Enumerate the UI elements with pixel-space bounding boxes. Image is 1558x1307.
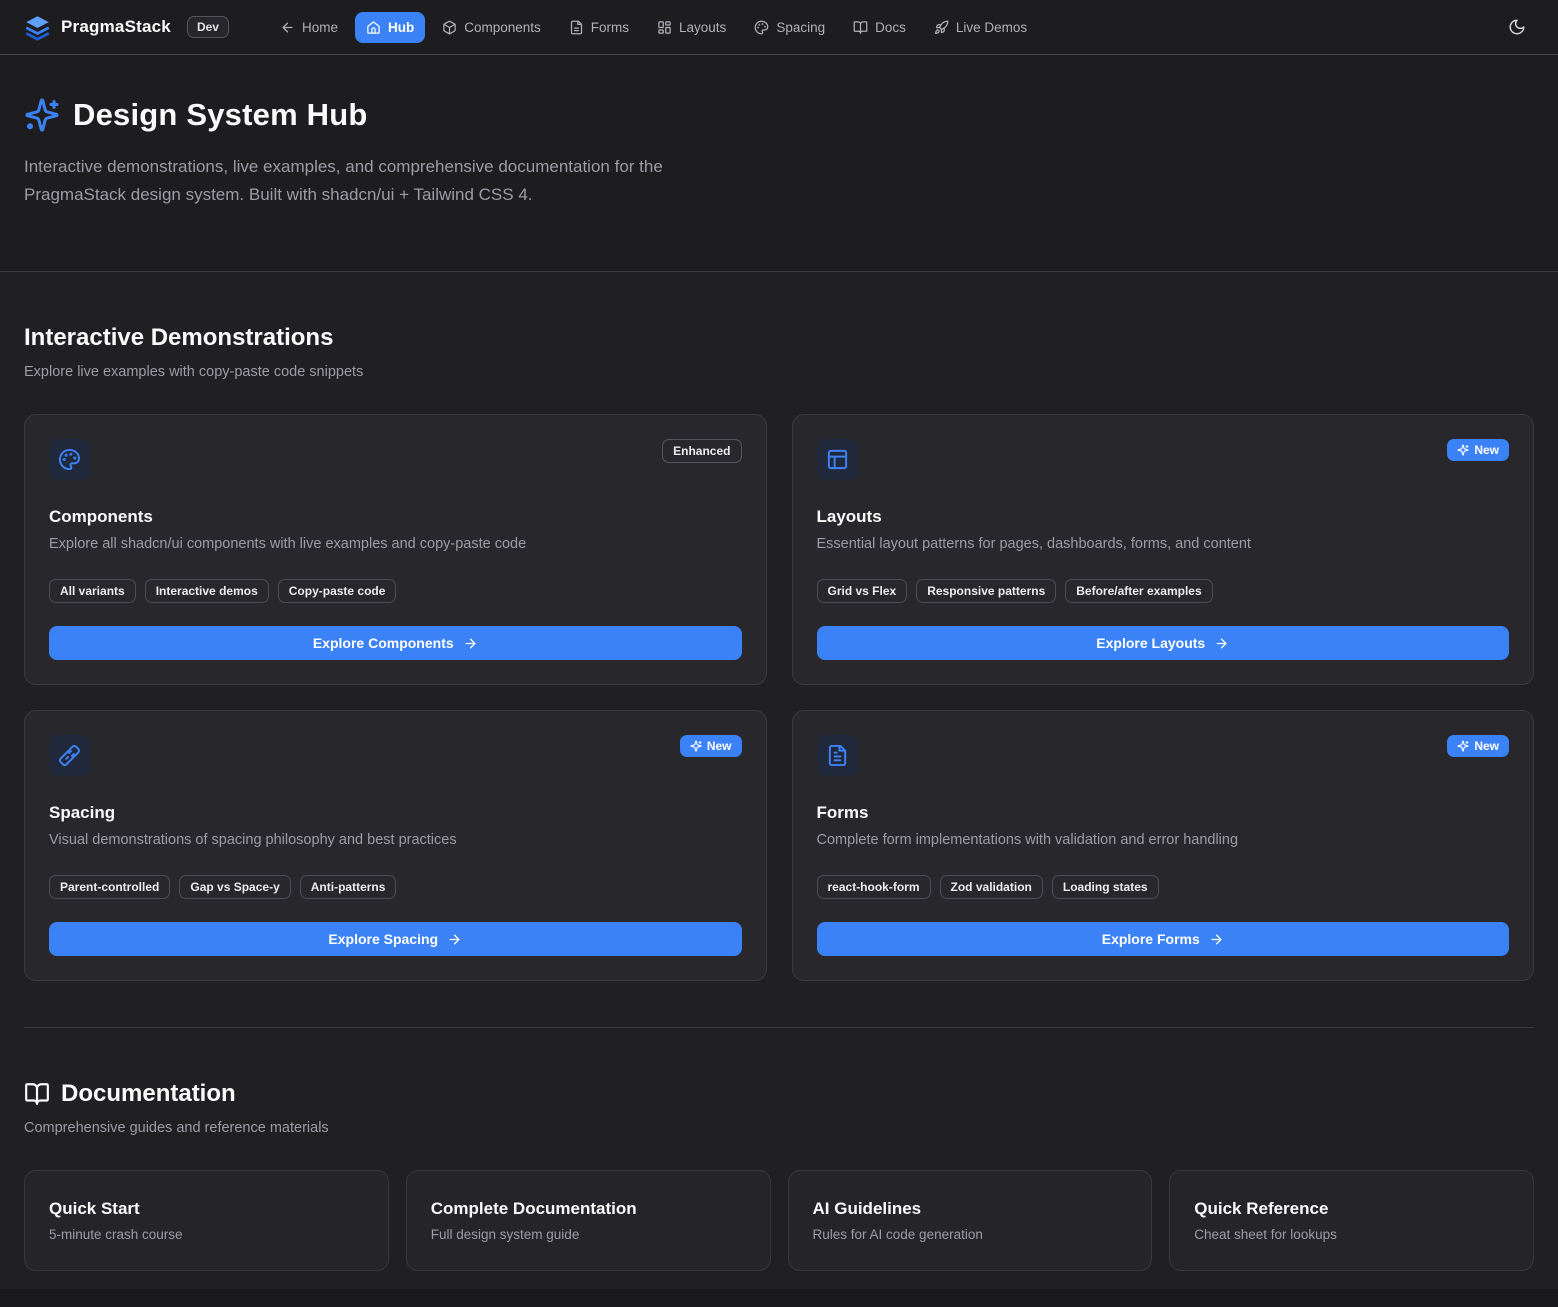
env-badge: Dev xyxy=(187,16,229,38)
tag: Loading states xyxy=(1052,875,1159,899)
main-content: Interactive Demonstrations Explore live … xyxy=(0,272,1558,1289)
house-icon xyxy=(366,20,381,35)
brand[interactable]: PragmaStack Dev xyxy=(24,14,229,41)
arrow-right-icon xyxy=(1214,636,1229,651)
tag: Responsive patterns xyxy=(916,579,1056,603)
explore-components-button[interactable]: Explore Components xyxy=(49,626,742,660)
card-description: Visual demonstrations of spacing philoso… xyxy=(49,832,742,848)
sparkles-icon xyxy=(1457,444,1469,456)
tag: All variants xyxy=(49,579,136,603)
demo-card-grid: Enhanced Components Explore all shadcn/u… xyxy=(24,414,1534,981)
tag: Anti-patterns xyxy=(300,875,397,899)
docs-heading: Documentation xyxy=(61,1080,236,1108)
doc-card-subtitle: Cheat sheet for lookups xyxy=(1194,1227,1509,1242)
card-title: Layouts xyxy=(817,507,1510,527)
page-title: Design System Hub xyxy=(73,97,368,133)
arrow-right-icon xyxy=(447,932,462,947)
demo-card-layouts: New Layouts Essential layout patterns fo… xyxy=(792,414,1535,685)
rocket-icon xyxy=(934,20,949,35)
main-nav: Home Hub Components Forms Layouts xyxy=(269,12,1038,43)
docs-subheading: Comprehensive guides and reference mater… xyxy=(24,1120,1534,1136)
doc-card-quick-reference[interactable]: Quick Reference Cheat sheet for lookups xyxy=(1169,1170,1534,1271)
tag-row: react-hook-form Zod validation Loading s… xyxy=(817,875,1510,899)
hero-section: Design System Hub Interactive demonstrat… xyxy=(0,55,1558,272)
doc-card-quick-start[interactable]: Quick Start 5-minute crash course xyxy=(24,1170,389,1271)
status-badge: New xyxy=(1447,439,1509,461)
package-icon xyxy=(442,20,457,35)
doc-card-ai-guidelines[interactable]: AI Guidelines Rules for AI code generati… xyxy=(788,1170,1153,1271)
doc-card-title: AI Guidelines xyxy=(813,1199,1128,1219)
doc-card-title: Quick Reference xyxy=(1194,1199,1509,1219)
sparkles-icon xyxy=(1457,740,1469,752)
demo-card-spacing: New Spacing Visual demonstrations of spa… xyxy=(24,710,767,981)
status-badge: New xyxy=(680,735,742,757)
tag: Copy-paste code xyxy=(278,579,397,603)
book-open-icon xyxy=(24,1081,50,1107)
status-badge: Enhanced xyxy=(662,439,741,463)
tag: Before/after examples xyxy=(1065,579,1212,603)
card-description: Complete form implementations with valid… xyxy=(817,832,1510,848)
doc-card-subtitle: 5-minute crash course xyxy=(49,1227,364,1242)
arrow-left-icon xyxy=(280,20,295,35)
theme-toggle-button[interactable] xyxy=(1500,10,1534,44)
nav-item-home[interactable]: Home xyxy=(269,12,349,43)
nav-item-docs[interactable]: Docs xyxy=(842,12,917,43)
palette-icon xyxy=(49,439,90,480)
doc-card-subtitle: Full design system guide xyxy=(431,1227,746,1242)
page-subtitle: Interactive demonstrations, live example… xyxy=(24,153,769,209)
doc-card-grid: Quick Start 5-minute crash course Comple… xyxy=(24,1170,1534,1289)
nav-item-spacing[interactable]: Spacing xyxy=(743,12,836,43)
tag: Parent-controlled xyxy=(49,875,170,899)
doc-card-complete-documentation[interactable]: Complete Documentation Full design syste… xyxy=(406,1170,771,1271)
demos-heading: Interactive Demonstrations xyxy=(24,272,1534,352)
nav-item-hub[interactable]: Hub xyxy=(355,12,425,43)
layout-grid-icon xyxy=(657,20,672,35)
file-text-icon xyxy=(817,735,858,776)
doc-card-title: Complete Documentation xyxy=(431,1199,746,1219)
card-description: Essential layout patterns for pages, das… xyxy=(817,536,1510,552)
tag: Zod validation xyxy=(940,875,1043,899)
brand-name: PragmaStack xyxy=(61,17,171,37)
tag-row: Parent-controlled Gap vs Space-y Anti-pa… xyxy=(49,875,742,899)
nav-item-live-demos[interactable]: Live Demos xyxy=(923,12,1038,43)
tag-row: All variants Interactive demos Copy-past… xyxy=(49,579,742,603)
layers-logo-icon xyxy=(24,14,51,41)
palette-icon xyxy=(754,20,769,35)
sparkles-icon xyxy=(24,97,60,133)
tag: Interactive demos xyxy=(145,579,269,603)
card-title: Spacing xyxy=(49,803,742,823)
card-title: Components xyxy=(49,507,742,527)
explore-layouts-button[interactable]: Explore Layouts xyxy=(817,626,1510,660)
nav-item-components[interactable]: Components xyxy=(431,12,552,43)
demo-card-forms: New Forms Complete form implementations … xyxy=(792,710,1535,981)
arrow-right-icon xyxy=(1209,932,1224,947)
tag: react-hook-form xyxy=(817,875,931,899)
tag: Gap vs Space-y xyxy=(179,875,290,899)
ruler-icon xyxy=(49,735,90,776)
arrow-right-icon xyxy=(463,636,478,651)
explore-spacing-button[interactable]: Explore Spacing xyxy=(49,922,742,956)
moon-icon xyxy=(1508,18,1526,36)
top-navbar: PragmaStack Dev Home Hub Components Fo xyxy=(0,0,1558,55)
doc-card-title: Quick Start xyxy=(49,1199,364,1219)
file-text-icon xyxy=(569,20,584,35)
card-description: Explore all shadcn/ui components with li… xyxy=(49,536,742,552)
doc-card-subtitle: Rules for AI code generation xyxy=(813,1227,1128,1242)
demo-card-components: Enhanced Components Explore all shadcn/u… xyxy=(24,414,767,685)
tag: Grid vs Flex xyxy=(817,579,908,603)
tag-row: Grid vs Flex Responsive patterns Before/… xyxy=(817,579,1510,603)
nav-item-layouts[interactable]: Layouts xyxy=(646,12,737,43)
explore-forms-button[interactable]: Explore Forms xyxy=(817,922,1510,956)
book-open-icon xyxy=(853,20,868,35)
page-footer xyxy=(0,1289,1558,1307)
status-badge: New xyxy=(1447,735,1509,757)
card-title: Forms xyxy=(817,803,1510,823)
nav-item-forms[interactable]: Forms xyxy=(558,12,640,43)
sparkles-icon xyxy=(690,740,702,752)
demos-subheading: Explore live examples with copy-paste co… xyxy=(24,364,1534,380)
panels-top-left-icon xyxy=(817,439,858,480)
